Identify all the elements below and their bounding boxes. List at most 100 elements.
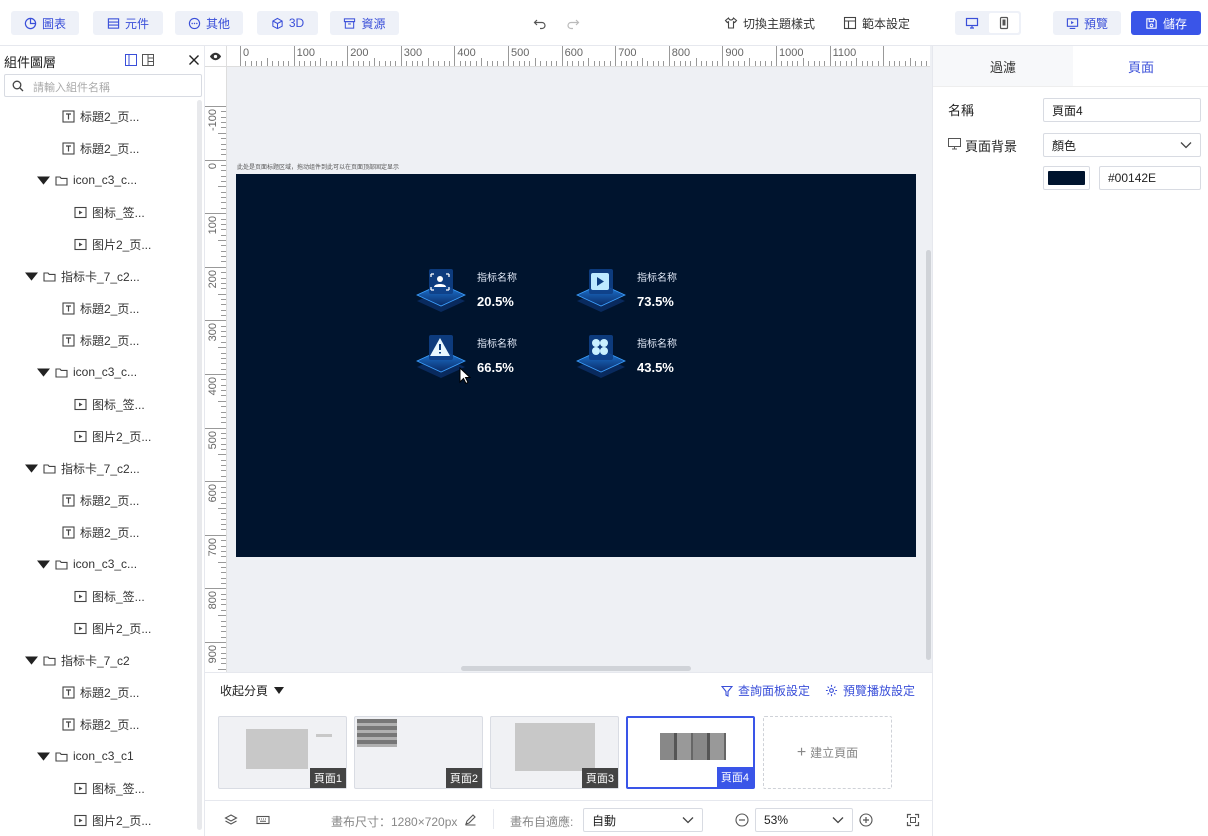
ruler-tick: [205, 106, 226, 107]
tab-filter[interactable]: 過濾: [933, 46, 1073, 86]
single-column-icon[interactable]: [125, 54, 137, 66]
layer-tree-item[interactable]: 指标卡_7_c2...: [25, 458, 140, 478]
page-thumbnail-4[interactable]: 頁面4: [626, 716, 755, 789]
layer-tree-item[interactable]: 图标_签...: [74, 202, 145, 222]
layer-tree-item[interactable]: 图片2_页...: [74, 618, 151, 638]
redo-button[interactable]: [566, 11, 580, 35]
ruler-tick: [566, 61, 568, 66]
layer-tree-item[interactable]: 图标_签...: [74, 394, 145, 414]
undo-button[interactable]: [533, 11, 547, 35]
layers-icon[interactable]: [224, 813, 238, 827]
ruler-tick: [759, 61, 761, 66]
ruler-tick: [240, 46, 241, 66]
color-hex-input[interactable]: #00142E: [1099, 166, 1201, 190]
query-panel-settings-button[interactable]: 查詢面板設定: [721, 682, 810, 699]
ruler-tick: [743, 61, 745, 66]
page-thumbnail-2[interactable]: 頁面2: [354, 716, 483, 789]
component-button[interactable]: 元件: [93, 11, 163, 35]
layer-tree-item[interactable]: 标題2_页...: [62, 490, 139, 510]
collapse-pages-button[interactable]: 收起分頁: [220, 682, 285, 699]
chevron-down-icon: [682, 817, 694, 824]
caret-down-icon[interactable]: [37, 558, 50, 571]
other-button[interactable]: 其他: [175, 11, 243, 35]
ruler-tick: [888, 61, 890, 66]
save-button[interactable]: 儲存: [1131, 11, 1201, 35]
layer-tree-item[interactable]: 标題2_页...: [62, 522, 139, 542]
add-page-button[interactable]: + 建立頁面: [763, 716, 892, 789]
color-swatch[interactable]: [1043, 166, 1090, 190]
layer-tree-item[interactable]: icon_c3_c...: [37, 170, 137, 190]
desktop-view-button[interactable]: [957, 13, 987, 33]
chart-button[interactable]: 圖表: [11, 11, 79, 35]
caret-down-icon[interactable]: [25, 270, 38, 283]
ruler-tick: [331, 61, 333, 66]
page-canvas[interactable]: 指标名称 20.5% 指标名称 73.5% 指标名称 66.5% 指标名称 43.5%: [236, 174, 916, 557]
layer-tree-item[interactable]: 指标卡_7_c2...: [25, 266, 140, 286]
redo-icon: [567, 19, 580, 30]
canvas-horizontal-scrollbar[interactable]: [461, 666, 691, 671]
zoom-select[interactable]: 53%: [755, 808, 853, 832]
layer-tree-label: 指标卡_7_c2...: [61, 269, 140, 284]
ruler-tick: [427, 58, 429, 66]
layer-tree-item[interactable]: icon_c3_c...: [37, 362, 137, 382]
background-type-select[interactable]: 顏色: [1043, 133, 1201, 157]
background-type-value: 顏色: [1052, 138, 1077, 153]
ruler-tick: [867, 61, 869, 66]
image-icon: [74, 814, 87, 826]
layer-tree-item[interactable]: 图片2_页...: [74, 234, 151, 254]
caret-down-icon[interactable]: [37, 366, 50, 379]
layer-scrollbar[interactable]: [197, 100, 202, 830]
layer-tree-item[interactable]: 标題2_页...: [62, 330, 139, 350]
layer-tree-item[interactable]: 指标卡_7_c2: [25, 650, 130, 670]
layer-tree-item[interactable]: 标題2_页...: [62, 138, 139, 158]
ruler-tick: [221, 363, 226, 365]
ruler-tick: [221, 625, 226, 627]
ruler-tick: [620, 61, 622, 66]
template-settings-button[interactable]: 範本設定: [843, 11, 910, 35]
zoom-in-icon[interactable]: [859, 813, 873, 827]
keyboard-icon[interactable]: [256, 813, 270, 827]
layer-tree-item[interactable]: 图标_签...: [74, 778, 145, 798]
page-thumbnail-3[interactable]: 頁面3: [490, 716, 619, 789]
ruler-tick: [315, 61, 317, 66]
layer-tree-item[interactable]: 标題2_页...: [62, 714, 139, 734]
tab-page[interactable]: 頁面: [1073, 46, 1208, 86]
layer-tree-item[interactable]: 标題2_页...: [62, 106, 139, 126]
caret-down-icon[interactable]: [25, 462, 38, 475]
fit-screen-icon[interactable]: [906, 813, 920, 827]
ruler-tick: [221, 245, 226, 247]
ruler-label: 400: [457, 47, 476, 59]
ruler-tick: [221, 422, 226, 424]
ruler-tick: [379, 61, 381, 66]
ruler-visibility-toggle[interactable]: [205, 46, 227, 67]
page-thumbnail-1[interactable]: 頁面1: [218, 716, 347, 789]
double-column-icon[interactable]: [142, 54, 154, 66]
layer-tree-item[interactable]: icon_c3_c...: [37, 554, 137, 574]
layer-tree-item[interactable]: 图片2_页...: [74, 426, 151, 446]
layer-tree-item[interactable]: 标題2_页...: [62, 682, 139, 702]
layer-search[interactable]: 請輸入組件名稱: [4, 74, 202, 97]
playback-settings-button[interactable]: 預覽播放設定: [825, 682, 915, 699]
layer-tree-item[interactable]: icon_c3_c1: [37, 746, 134, 766]
caret-down-icon[interactable]: [37, 750, 50, 763]
layer-tree-item[interactable]: 标題2_页...: [62, 298, 139, 318]
close-icon[interactable]: [188, 54, 200, 66]
preview-button[interactable]: 預覽: [1053, 11, 1121, 35]
ruler-tick: [221, 416, 226, 418]
tab-divider: [933, 86, 1208, 87]
canvas-vertical-scrollbar[interactable]: [926, 250, 931, 660]
caret-down-icon[interactable]: [25, 654, 38, 667]
mobile-view-button[interactable]: [989, 13, 1019, 33]
image-icon: [74, 238, 87, 250]
edit-icon[interactable]: [464, 813, 477, 826]
chart-icon: [24, 17, 37, 29]
canvas-adapt-select[interactable]: 自動: [583, 808, 703, 832]
theme-switch-button[interactable]: 切換主題樣式: [724, 11, 815, 35]
resource-button[interactable]: 資源: [330, 11, 399, 35]
layer-tree-item[interactable]: 图标_签...: [74, 586, 145, 606]
page-name-input[interactable]: 頁面4: [1043, 98, 1201, 122]
zoom-out-icon[interactable]: [735, 813, 749, 827]
3d-button[interactable]: 3D: [257, 11, 318, 35]
layer-tree-item[interactable]: 图片2_页...: [74, 810, 151, 830]
caret-down-icon[interactable]: [37, 174, 50, 187]
